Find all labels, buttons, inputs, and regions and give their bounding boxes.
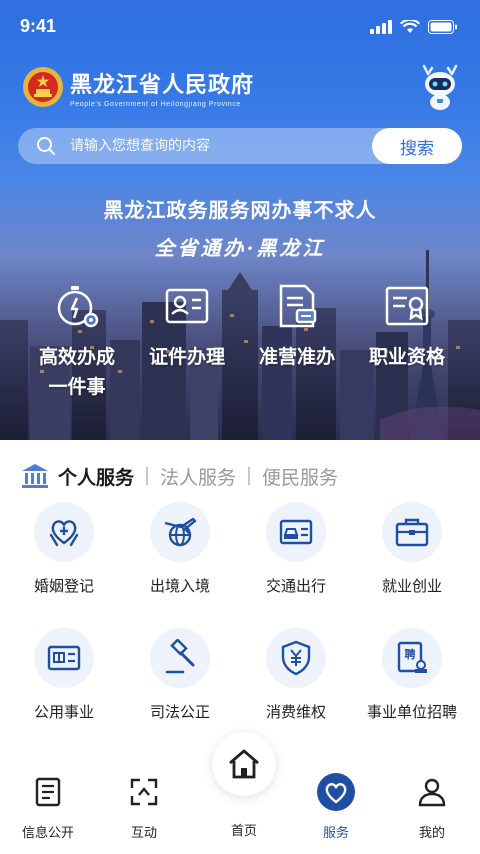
service-marriage-registration[interactable]: 婚姻登记 (6, 502, 122, 596)
status-bar: 9:41 (0, 0, 480, 56)
quick-item-label: 高效办成 (38, 346, 115, 368)
government-logo[interactable]: 黑龙江省人民政府 People's Government of Heilongj… (22, 66, 254, 108)
service-label: 婚姻登记 (33, 577, 94, 595)
briefcase-icon (395, 518, 429, 547)
id-card-icon (165, 288, 209, 324)
service-label: 公用事业 (33, 703, 94, 721)
service-label: 消费维权 (265, 703, 326, 721)
service-label: 出境入境 (149, 577, 210, 595)
quick-item-business-permit[interactable]: 准营准办 (242, 282, 352, 372)
nav-label-home: 首页 (230, 824, 257, 839)
home-icon (229, 749, 259, 779)
document-icon (35, 777, 61, 807)
certificate-icon (385, 286, 429, 326)
yuan-shield-icon (281, 640, 311, 676)
service-public-institution-recruitment[interactable]: 聘 事业单位招聘 (354, 628, 470, 722)
svg-text:聘: 聘 (405, 647, 416, 661)
service-tabs: 个人服务 法人服务 便民服务 (20, 462, 338, 490)
quick-item-certificates[interactable]: 证件办理 (132, 282, 242, 372)
wifi-icon (400, 20, 420, 33)
battery-icon (428, 20, 457, 34)
service-label: 事业单位招聘 (366, 703, 457, 721)
nav-label: 信息公开 (21, 826, 74, 841)
banner-slogan-secondary: 全省通办·黑龙江 (154, 236, 326, 260)
hero-banner: 9:41 黑龙江省人民政府 People's Government of Hei… (0, 0, 480, 440)
tab-divider (248, 467, 251, 485)
status-time: 9:41 (20, 16, 57, 36)
service-label: 就业创业 (381, 577, 442, 595)
search-input[interactable] (70, 128, 370, 164)
quick-item-label: 准营准办 (258, 346, 335, 368)
tab-personal-service[interactable]: 个人服务 (58, 463, 134, 490)
logo-title: 黑龙江省人民政府 (70, 71, 255, 98)
nav-item-info-disclosure[interactable]: 信息公开 (0, 776, 96, 841)
tab-legal-entity-service[interactable]: 法人服务 (160, 463, 236, 490)
logo-subtitle: People's Government of Heilongjiang Prov… (70, 100, 241, 108)
quick-item-label: 职业资格 (368, 346, 445, 368)
nav-label: 互动 (130, 826, 157, 841)
license-document-icon (279, 284, 317, 328)
service-label: 司法公正 (149, 703, 210, 721)
nav-item-home[interactable] (212, 732, 276, 796)
government-building-icon (22, 464, 48, 488)
car-card-icon (279, 519, 313, 545)
tab-convenience-service[interactable]: 便民服务 (262, 463, 338, 490)
nav-item-interaction[interactable]: 互动 (96, 776, 192, 841)
service-transportation[interactable]: 交通出行 (238, 502, 354, 596)
recruit-stamp-icon: 聘 (397, 641, 427, 673)
national-emblem-icon (23, 67, 63, 107)
service-exit-entry[interactable]: 出境入境 (122, 502, 238, 596)
search-icon (37, 137, 55, 155)
nav-item-service[interactable]: 服务 (288, 773, 384, 841)
search-bar: 搜索 (18, 128, 462, 164)
search-button[interactable]: 搜索 (372, 128, 462, 164)
nav-label: 服务 (322, 826, 349, 841)
gavel-icon (165, 639, 195, 674)
status-icons (370, 20, 458, 34)
robot-assistant-icon[interactable] (420, 64, 460, 112)
service-consumer-rights[interactable]: 消费维权 (238, 628, 354, 722)
stopwatch-gear-icon (57, 286, 99, 328)
nav-label: 我的 (418, 826, 445, 841)
signal-icon (370, 20, 392, 34)
service-judicial[interactable]: 司法公正 (122, 628, 238, 722)
heart-hands-icon (49, 520, 79, 547)
plane-globe-icon (164, 517, 197, 547)
quick-item-label-line2: 一件事 (48, 376, 106, 398)
user-icon (418, 778, 446, 807)
tab-divider (146, 467, 149, 485)
banner-slogan: 黑龙江政务服务网办事不求人 (103, 198, 377, 222)
interaction-icon (130, 778, 158, 806)
quick-item-qualification[interactable]: 职业资格 (352, 282, 462, 372)
nav-item-profile[interactable]: 我的 (384, 776, 480, 841)
service-public-utilities[interactable]: 公用事业 (6, 628, 122, 722)
quick-item-label: 证件办理 (148, 346, 225, 368)
utility-card-icon (47, 645, 81, 671)
service-label: 交通出行 (265, 577, 326, 595)
service-employment[interactable]: 就业创业 (354, 502, 470, 596)
quick-item-efficient[interactable]: 高效办成 一件事 (22, 282, 132, 402)
heart-circle-icon (317, 773, 355, 811)
